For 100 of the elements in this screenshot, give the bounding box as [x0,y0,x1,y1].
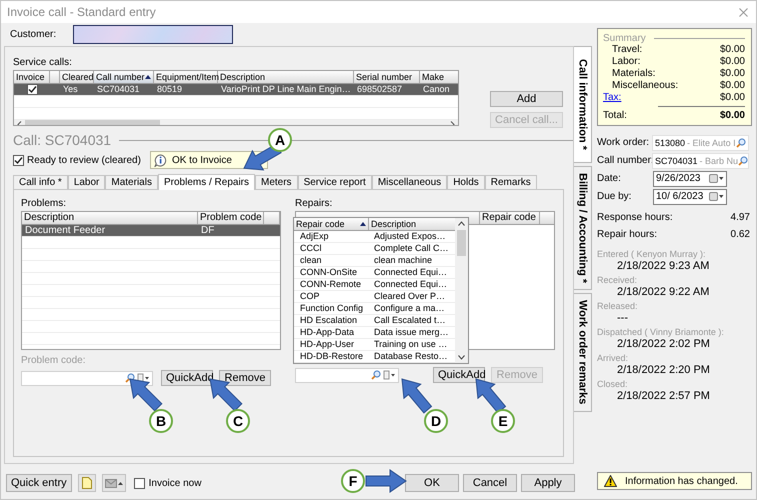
field-label: Received: [597,275,638,286]
side-tab[interactable]: Billing / Accounting * [574,166,592,290]
scrollbar[interactable] [455,218,468,363]
date-field[interactable]: 9/26/2023 [653,170,727,186]
column-header[interactable]: Description [22,212,198,224]
table-cell-text: 698502587 [356,84,404,95]
tab[interactable]: Problems / Repairs [158,174,255,190]
tab[interactable]: Holds [447,175,485,189]
tab[interactable]: Remarks [484,175,537,189]
column-header[interactable]: Description [218,71,354,83]
summary-label: Materials: [611,68,656,80]
list-cell-text: Training on use … [373,339,448,350]
field-value: 2/18/2022 9:22 AM [616,286,710,299]
list-row[interactable]: CONN-OnSite Connected Equi… [294,267,455,279]
list-row[interactable]: HD-DB-Restore Database Resto… [294,351,455,363]
list-cell-text: CCCl [299,243,322,254]
mail-button[interactable] [102,474,126,492]
search-icon[interactable] [736,138,746,148]
code-field[interactable] [21,370,153,386]
customer-field[interactable] [73,25,234,44]
status-text: Information has changed. [625,476,738,486]
checkbox[interactable] [13,154,24,166]
list-row[interactable]: HD-App-Data Data issue merg… [294,327,455,339]
document-button[interactable] [78,474,96,492]
field-label: Repair hours: [597,229,658,240]
column-header[interactable]: Repair code [294,218,369,230]
list-row[interactable]: Function Config Configure a ma… [294,303,455,315]
tab[interactable]: Materials [105,175,158,189]
list-row[interactable]: AdjExp Adjusted Expos… [294,231,455,243]
field-value: 4.97 [730,212,750,223]
tab[interactable]: Labor [68,175,106,189]
table-row[interactable]: Document Feeder DF [22,225,280,237]
field-value: 2/18/2022 2:02 PM [616,338,711,351]
arrow-icon [129,378,163,412]
button[interactable]: Remove [219,370,271,386]
scrollbar-thumb[interactable] [457,230,466,256]
date-field[interactable]: 10/ 6/2023 [653,188,727,204]
tax-link[interactable]: Tax: [603,92,622,104]
field-label: Work order: [597,137,650,148]
list-cell-text: clean machine [373,255,434,266]
lookup-field[interactable]: 513080 - Elite Auto I [652,134,749,150]
checkbox[interactable] [26,84,38,95]
table-cell-text: Document Feeder [24,225,106,236]
button[interactable]: Apply [521,474,575,492]
column-header[interactable]: Serial number [354,71,420,83]
button[interactable]: OK [405,474,459,492]
list-row[interactable]: CCCl Complete Call C… [294,243,455,255]
field-label: Customer: [10,29,56,40]
calendar-icon[interactable] [709,192,724,201]
arrow-icon [365,469,407,493]
list-cell-text: clean [299,255,323,266]
button[interactable]: Cancel [463,474,517,492]
list-cell-text: AdjExp [299,231,330,242]
search-icon[interactable] [371,370,381,380]
tooltip-text: OK to Invoice [172,154,232,166]
column-header[interactable]: Problem code [198,212,264,224]
tab[interactable]: Miscellaneous [372,175,448,189]
button[interactable]: Add [490,91,563,107]
summary-value: $0.00 [720,92,745,104]
checkbox[interactable] [134,478,145,488]
list-cell-text: Adjusted Expos… [373,231,447,242]
button[interactable]: QuickAdd [161,370,213,386]
summary-value: $0.00 [720,56,745,68]
summary-label: Travel: [611,44,642,56]
list-cell-text: HD-App-Data [299,327,356,338]
list-cell-text: HD Escalation [299,315,358,326]
list-cell-text: Database Resto… [373,351,449,362]
dropdown-icon[interactable] [383,370,396,380]
code-field[interactable] [295,368,399,382]
table-cell-text: SC704031 [96,84,141,95]
list-row[interactable]: COP Cleared Over P… [294,291,455,303]
info-icon [154,154,167,166]
column-header[interactable]: Make [420,71,458,83]
table-row[interactable]: Yes SC704031 80519 VarioPrint DP Line Main Engin… 698502587 Canon [14,84,458,96]
tab[interactable]: Service report [298,175,372,189]
list-row[interactable]: CONN-Remote Connected Equi… [294,279,455,291]
side-tab[interactable]: Work order remarks [574,293,592,412]
side-tab[interactable]: Call information * [574,46,592,164]
column-header[interactable]: Invoice [14,71,50,83]
list-row[interactable]: HD-App-User Training on use … [294,339,455,351]
section-label: Problems: [21,198,68,210]
document-icon [82,477,92,489]
list-row[interactable]: HD Escalation Call Escalated t… [294,315,455,327]
button[interactable]: QuickAdd [433,367,485,383]
list-cell-text: HD-App-User [299,339,356,350]
field-value: 2/18/2022 2:57 PM [616,390,711,403]
column-header[interactable]: Call number [94,71,154,83]
tab[interactable]: Meters [255,175,298,189]
calendar-icon[interactable] [709,174,724,183]
close-icon[interactable] [739,8,748,16]
field-label: Response hours: [597,212,673,223]
lookup-field[interactable]: SC704031 - Barb Nu [652,152,749,168]
button[interactable]: Quick entry [6,474,72,492]
summary-value: $0.00 [720,44,745,56]
summary-label: Miscellaneous: [611,80,678,92]
list-row[interactable]: clean clean machine [294,255,455,267]
search-icon[interactable] [738,156,748,166]
list-cell-text: Call Escalated t… [373,315,447,326]
column-header[interactable]: Equipment/Item [154,71,218,83]
tab[interactable]: Call info * [13,175,68,189]
